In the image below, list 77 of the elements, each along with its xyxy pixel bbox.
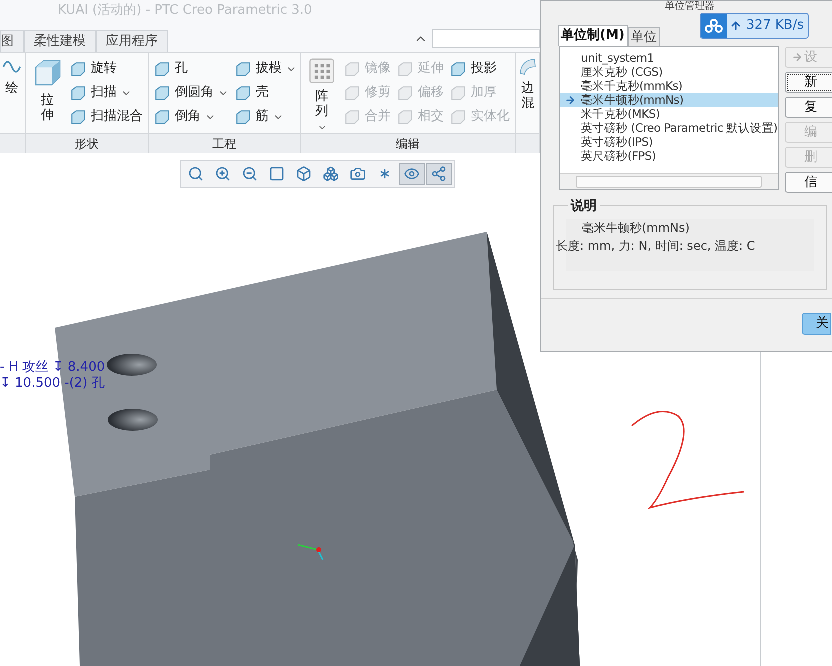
cube-icon <box>296 166 312 182</box>
description-line: 毫米牛顿秒(mmNs) <box>581 220 691 237</box>
ribbon-tool-button[interactable]: 筋 <box>235 105 297 129</box>
tool-icon <box>70 108 87 126</box>
close-button[interactable]: 关 <box>802 313 831 335</box>
unit-system-item[interactable]: 厘米克秒 (CGS) <box>560 65 778 79</box>
unit-system-item[interactable]: 毫米牛顿秒(mmNs) <box>560 93 778 107</box>
hole-annotation: - H 攻丝 ↧ 8.400 <box>0 360 106 376</box>
ribbon-tool-button[interactable]: 旋转 <box>70 57 143 81</box>
view-tool-button[interactable] <box>426 163 452 185</box>
unit-system-item[interactable]: 英寸磅秒 (Creo Parametric 默认设置) <box>560 121 778 135</box>
ribbon-large-button[interactable]: 边混 <box>518 57 538 133</box>
dialog-tab[interactable]: 单位 <box>628 27 660 46</box>
tool-icon <box>235 108 252 126</box>
ribbon-tool-button[interactable]: 壳 <box>235 81 297 105</box>
unit-system-item[interactable]: 米千克秒(MKS) <box>560 107 778 121</box>
dialog-tab[interactable]: 单位制(M) <box>558 25 628 46</box>
ribbon-large-button[interactable]: 绘 <box>2 57 22 133</box>
tool-icon <box>450 84 467 102</box>
dialog-side-button[interactable]: 新 <box>784 72 832 93</box>
tool-icon <box>154 108 171 126</box>
ribbon-tab[interactable]: 柔性建模 <box>24 30 96 52</box>
tool-icon <box>344 108 361 126</box>
description-line: 长度: mm, 力: N, 时间: sec, 温度: C <box>556 238 756 255</box>
tool-icon <box>397 84 414 102</box>
tool-icon <box>344 84 361 102</box>
tool-icon <box>70 84 87 102</box>
view-tool-button[interactable] <box>399 163 425 185</box>
group-label[interactable]: 工程 <box>212 134 236 152</box>
unit-system-item[interactable]: unit_system1 <box>560 51 778 65</box>
zoom-out-icon <box>242 166 258 182</box>
surface-icon <box>518 57 538 77</box>
tool-icon <box>235 84 252 102</box>
ribbon-tool-button[interactable]: 拔模 <box>235 57 297 81</box>
search-field[interactable] <box>432 29 540 48</box>
tool-icon <box>154 84 171 102</box>
arrow-icon <box>792 52 803 63</box>
tool-icon <box>397 108 414 126</box>
tool-icon <box>450 60 467 78</box>
dialog-side-button[interactable]: 复 <box>784 97 832 118</box>
camera-icon <box>350 166 366 182</box>
tool-icon <box>450 108 467 126</box>
ribbon-tab[interactable]: 应用程序 <box>96 30 168 52</box>
current-arrow-icon <box>565 94 576 106</box>
upload-speed: 327 KB/s <box>745 17 805 36</box>
group-label[interactable]: 编辑 <box>396 134 420 152</box>
search-icon <box>188 166 204 182</box>
ribbon-tool-button[interactable]: 倒角 <box>154 105 229 129</box>
square-icon <box>269 166 285 182</box>
ribbon-tab[interactable]: 图 <box>0 30 24 52</box>
unit-system-item[interactable]: 英寸磅秒(IPS) <box>560 135 778 149</box>
ribbon-large-button[interactable]: 拉伸 <box>31 57 64 133</box>
ribbon-tool-button[interactable]: 扫描 <box>70 81 143 105</box>
ribbon-tool-button[interactable]: 倒圆角 <box>154 81 229 105</box>
zoom-in-icon <box>215 166 231 182</box>
tool-icon <box>154 60 171 78</box>
nodes-icon <box>431 166 447 182</box>
group-label[interactable]: 形状 <box>75 134 99 152</box>
ribbon-tool-button[interactable]: 孔 <box>154 57 229 81</box>
horizontal-scrollbar[interactable] <box>560 173 778 189</box>
ribbon-tool-button[interactable]: 投影 <box>450 57 510 81</box>
dialog-side-button[interactable]: 信 <box>784 172 832 193</box>
hole-annotation: ↧ 10.500 -(2) 孔 <box>0 376 106 392</box>
upload-arrow-icon <box>730 20 742 32</box>
tool-icon <box>344 60 361 78</box>
tool-icon <box>235 60 252 78</box>
eye-icon <box>404 166 420 182</box>
tool-icon <box>397 60 414 78</box>
ribbon-tool-button[interactable]: 扫描混合 <box>70 105 143 129</box>
unit-system-item[interactable]: 毫米千克秒(mmKs) <box>560 79 778 93</box>
ribbon-large-button[interactable]: 阵列 <box>306 57 338 133</box>
cubes-icon <box>323 166 339 182</box>
tool-icon <box>70 60 87 78</box>
dialog-title: 单位管理器 <box>665 1 715 13</box>
cloud-rings-icon <box>705 19 724 33</box>
window-title: KUAI (活动的) - PTC Creo Parametric 3.0 <box>58 2 312 20</box>
unit-system-item[interactable]: 英尺磅秒(FPS) <box>560 149 778 163</box>
